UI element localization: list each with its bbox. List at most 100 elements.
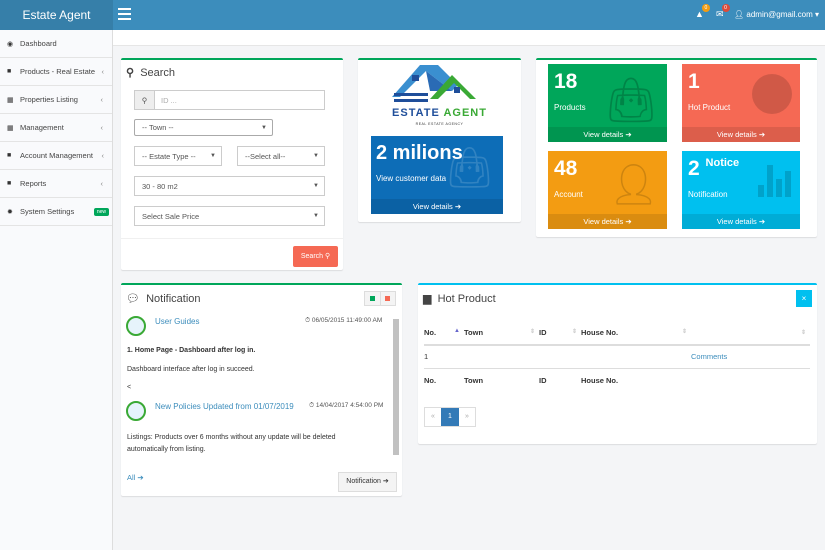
hot-product-view-details-link[interactable]: View details ➔ [682, 127, 800, 142]
notification-toggle[interactable] [364, 291, 396, 306]
sidebar-item-account-management[interactable]: ■ Account Management ‹ [0, 142, 112, 170]
sidebar-item-label: Reports [20, 179, 46, 188]
select-all-select[interactable]: --Select all--▼ [237, 146, 325, 166]
customers-view-details-link[interactable]: View details ➔ [371, 199, 503, 214]
logo-subtitle: REAL ESTATE AGENCY [358, 122, 521, 126]
cell-id [539, 345, 581, 368]
caret-down-icon: ▼ [313, 153, 319, 159]
all-notifications-link[interactable]: All ➔ [127, 473, 144, 482]
green-toggle[interactable] [365, 292, 380, 305]
user-plus-icon: 👤︎ [608, 161, 659, 208]
column-header-no[interactable]: No. ▲ [424, 321, 464, 345]
alert-icon[interactable]: ▲0 [695, 9, 704, 19]
close-button[interactable]: × [796, 290, 812, 307]
notification-list: User Guides ⏱ 06/05/2015 11:49:00 AM 1. … [121, 311, 402, 465]
content-header [113, 30, 825, 46]
comments-link[interactable]: Comments [691, 352, 727, 361]
id-placeholder: ID ... [161, 96, 177, 105]
table-row: 1 Comments [424, 345, 810, 368]
sidebar-item-system-settings[interactable]: ✹ System Settings new [0, 198, 112, 226]
menu-toggle-icon[interactable] [118, 8, 131, 20]
scrollbar[interactable] [393, 319, 399, 455]
notification-button[interactable]: Notification ➔ [338, 472, 397, 492]
sidebar-item-dashboard[interactable]: ◉Dashboard [0, 30, 112, 58]
brand-logo[interactable]: Estate Agent [0, 0, 113, 30]
notification-item-time: ⏱ 06/05/2015 11:49:00 AM [305, 317, 382, 325]
account-view-details-link[interactable]: View details ➔ [548, 214, 667, 229]
caret-down-icon: ▼ [313, 213, 319, 219]
estate-type-select[interactable]: -- Estate Type -- ▼ [134, 146, 222, 166]
sidebar-item-label: Account Management [20, 151, 93, 160]
notice-label: Notification [688, 190, 728, 199]
chevron-left-icon: ‹ [101, 95, 104, 104]
search-button[interactable]: Search ⚲ [293, 246, 338, 267]
folder-icon: ■ [7, 152, 16, 159]
calendar-icon: ▦ [7, 96, 16, 104]
notice-view-details-link[interactable]: View details ➔ [682, 214, 800, 229]
avatar [126, 316, 146, 336]
cell-house-no [581, 345, 691, 368]
bar-chart-icon [758, 161, 792, 197]
user-menu[interactable]: 👤︎ admin@gmail.com ▾ [734, 10, 819, 19]
sidebar-item-label: Dashboard [20, 39, 57, 48]
notice-count: 2 [688, 157, 700, 180]
id-search-input[interactable]: ⚲ ID ... [134, 90, 325, 110]
products-view-details-link[interactable]: View details ➔ [548, 127, 667, 142]
column-header-actions[interactable]: ⇕ [691, 321, 810, 345]
sidebar-item-products[interactable]: ■Products - Real Estate‹ [0, 58, 112, 86]
products-label: Products [554, 103, 586, 112]
products-count: 18 [554, 70, 577, 94]
chevron-left-icon: ‹ [102, 151, 105, 160]
hot-product-count: 1 [688, 70, 700, 94]
folder-icon: ■ [7, 180, 16, 187]
stats-panel: 18 Products 👜︎ View details ➔ 1Hot Produc… [536, 58, 817, 237]
town-select[interactable]: -- Town --▼ [134, 119, 273, 136]
notice-tile: 2 Notice Notification View details ➔ [682, 151, 800, 229]
notification-item-title[interactable]: New Policies Updated from 01/07/2019 [155, 402, 294, 411]
pie-chart-icon [752, 74, 792, 114]
hot-product-tile: 1Hot Product View details ➔ [682, 64, 800, 142]
mail-icon[interactable]: ✉0 [716, 9, 724, 20]
footer-id: ID [539, 368, 581, 392]
search-icon: ⚲ [325, 253, 330, 260]
footer-town: Town [464, 368, 539, 392]
hot-product-title: ▆ Hot Product [423, 292, 496, 305]
search-panel: ⚲ Search ⚲ID ... -- Town --▼ -- Estate T… [121, 58, 343, 270]
gear-icon: ✹ [7, 208, 16, 216]
customers-label: View customer data [376, 174, 446, 183]
column-header-id[interactable]: ID⇕ [539, 321, 581, 345]
sidebar-item-label: System Settings [20, 207, 74, 216]
sidebar-item-reports[interactable]: ■Reports‹ [0, 170, 112, 198]
archive-icon: ▆ [423, 293, 431, 305]
page-1-button[interactable]: 1 [441, 408, 459, 426]
column-header-house-no[interactable]: House No.⇕ [581, 321, 691, 345]
town-value: -- Town -- [142, 123, 174, 132]
sale-price-select[interactable]: Select Sale Price▼ [134, 206, 325, 226]
notification-item-extra: < [127, 384, 131, 391]
sidebar-item-management[interactable]: ▦Management‹ [0, 114, 112, 142]
red-toggle[interactable] [380, 292, 396, 305]
shopping-bag-icon: 👜︎ [603, 74, 659, 126]
hot-product-panel: ▆ Hot Product × No. ▲ Town⇕ ID⇕ House No… [418, 283, 817, 444]
prev-page-button[interactable]: « [425, 408, 441, 426]
new-badge: new [94, 208, 109, 216]
estate-type-value: -- Estate Type -- [142, 152, 196, 161]
sidebar-item-label: Products - Real Estate [20, 67, 95, 76]
footer-no: No. [424, 368, 464, 392]
search-icon: ⚲ [126, 67, 134, 79]
notification-item-title[interactable]: User Guides [155, 317, 199, 326]
search-icon: ⚲ [135, 91, 155, 109]
caret-down-icon: ▼ [210, 153, 216, 159]
pagination: « 1 » [424, 407, 476, 427]
sidebar-item-label: Properties Listing [20, 95, 78, 104]
messages-badge: 0 [722, 4, 730, 12]
sidebar-item-label: Management [20, 123, 64, 132]
next-page-button[interactable]: » [459, 408, 475, 426]
account-count: 48 [554, 157, 577, 181]
column-header-town[interactable]: Town⇕ [464, 321, 539, 345]
sidebar-item-properties[interactable]: ▦ Properties Listing ‹ [0, 86, 112, 114]
search-panel-title: ⚲ Search [126, 66, 175, 79]
area-select[interactable]: 30 - 80 m2▼ [134, 176, 325, 196]
sidebar: ◉Dashboard ■Products - Real Estate‹ ▦Pro… [0, 30, 113, 550]
comments-icon: 💬︎ [126, 293, 140, 305]
